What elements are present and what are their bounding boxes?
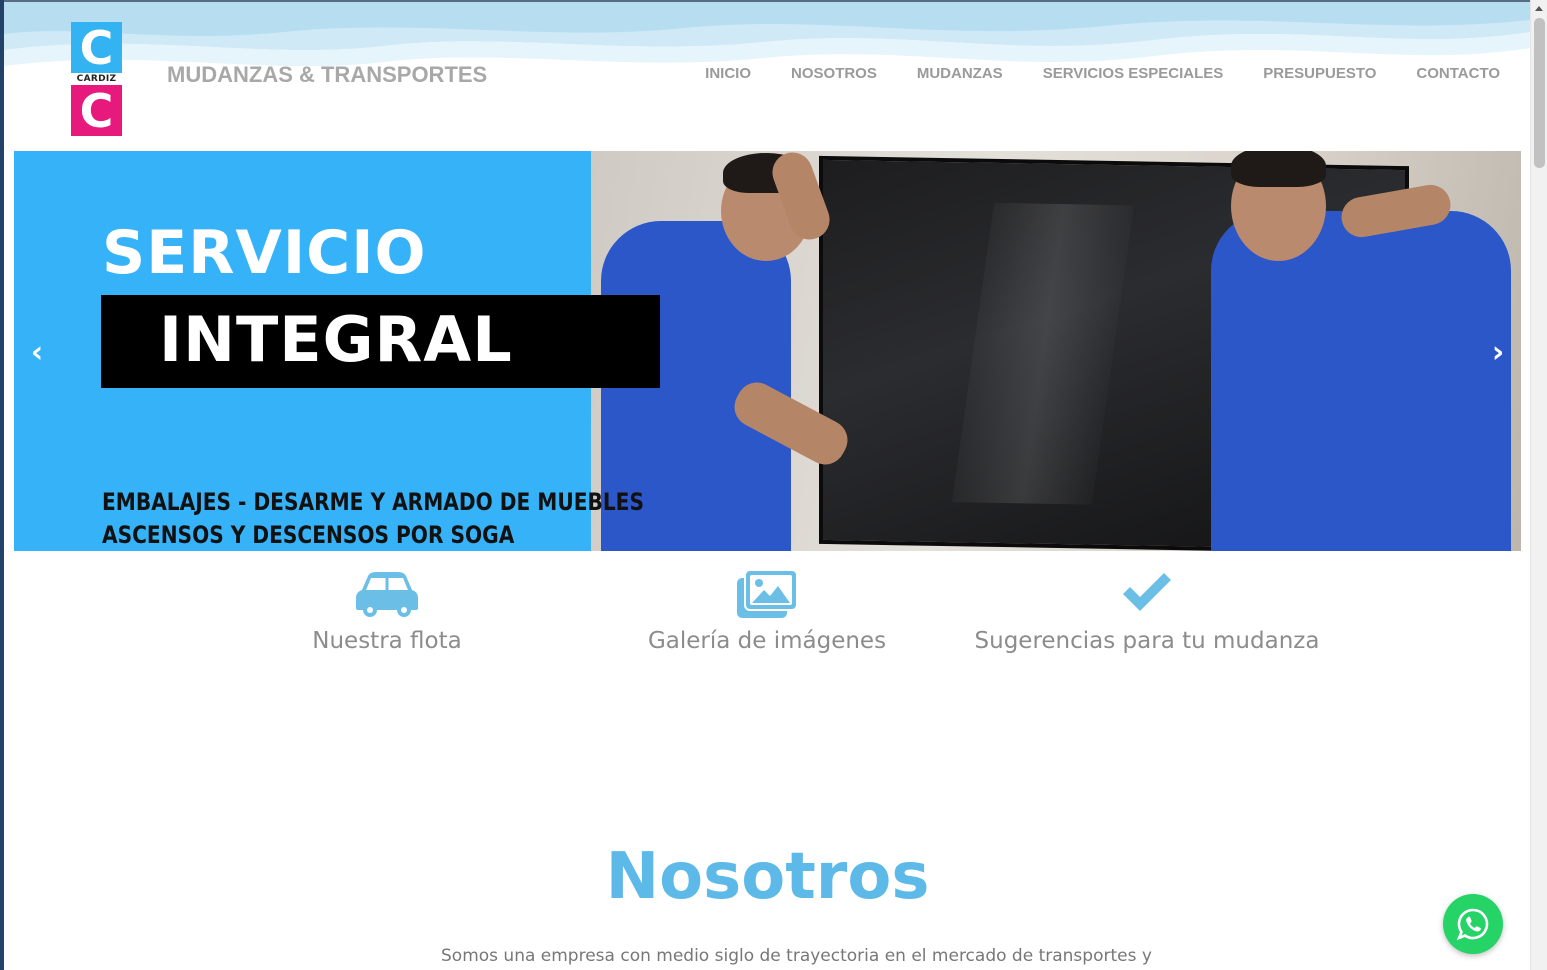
slide-subtitle-line-2: ASCENSOS Y DESCENSOS POR SOGA <box>102 521 515 549</box>
about-section-title: Nosotros <box>605 840 930 914</box>
feature-fleet[interactable]: Nuestra flota <box>287 570 487 654</box>
slide-heading-2: INTEGRAL <box>159 303 513 376</box>
company-logo[interactable]: C CARDIZ C <box>71 22 122 136</box>
hero-carousel: SERVICIO INTEGRAL EMBALAJES - DESARME Y … <box>14 151 1521 551</box>
nav-item-inicio[interactable]: INICIO <box>685 65 771 82</box>
feature-tips-label: Sugerencias para tu mudanza <box>974 628 1320 654</box>
page-scrollbar[interactable] <box>1530 0 1547 970</box>
scrollbar-thumb[interactable] <box>1534 18 1545 168</box>
whatsapp-button[interactable] <box>1443 894 1503 954</box>
chevron-left-icon: ‹ <box>30 334 44 370</box>
carousel-next-button[interactable]: › <box>1483 334 1513 370</box>
logo-letter-bottom: C <box>79 83 114 138</box>
feature-links: Nuestra flota Galería de imágenes Sugere… <box>14 570 1521 670</box>
photo-mover-right <box>1191 151 1521 551</box>
chevron-right-icon: › <box>1491 334 1505 370</box>
images-icon <box>737 570 797 618</box>
whatsapp-icon <box>1456 908 1489 941</box>
main-nav: INICIO NOSOTROS MUDANZAS SERVICIOS ESPEC… <box>685 65 1500 82</box>
nav-item-mudanzas[interactable]: MUDANZAS <box>897 65 1023 82</box>
slide-subtitle-line-1: EMBALAJES - DESARME Y ARMADO DE MUEBLES <box>102 488 644 516</box>
check-icon <box>1123 573 1171 611</box>
feature-tips[interactable]: Sugerencias para tu mudanza <box>967 570 1327 654</box>
feature-gallery-label: Galería de imágenes <box>647 628 887 654</box>
logo-letter-top: C <box>79 20 114 75</box>
feature-fleet-label: Nuestra flota <box>312 628 462 654</box>
nav-item-contacto[interactable]: CONTACTO <box>1396 65 1500 82</box>
slide-subtitle: EMBALAJES - DESARME Y ARMADO DE MUEBLES … <box>102 486 644 551</box>
slide-heading-1: SERVICIO <box>102 218 427 288</box>
feature-gallery[interactable]: Galería de imágenes <box>617 570 917 654</box>
carousel-prev-button[interactable]: ‹ <box>22 334 52 370</box>
slide-text-panel: SERVICIO INTEGRAL EMBALAJES - DESARME Y … <box>14 151 660 551</box>
logo-bottom-block: C <box>71 85 122 136</box>
nav-item-servicios-especiales[interactable]: SERVICIOS ESPECIALES <box>1023 65 1244 82</box>
slide-photo-movers <box>591 151 1521 551</box>
about-section-text: Somos una empresa con medio siglo de tra… <box>441 946 1152 966</box>
logo-top-block: C <box>71 22 122 73</box>
site-header: C CARDIZ C MUDANZAS & TRANSPORTES INICIO… <box>4 2 1530 148</box>
scroll-up-icon[interactable] <box>1535 6 1543 11</box>
nav-item-presupuesto[interactable]: PRESUPUESTO <box>1243 65 1396 82</box>
nav-item-nosotros[interactable]: NOSOTROS <box>771 65 897 82</box>
slide-heading-box: INTEGRAL <box>101 295 660 388</box>
brand-title[interactable]: MUDANZAS & TRANSPORTES <box>167 62 487 88</box>
car-icon <box>356 572 418 617</box>
